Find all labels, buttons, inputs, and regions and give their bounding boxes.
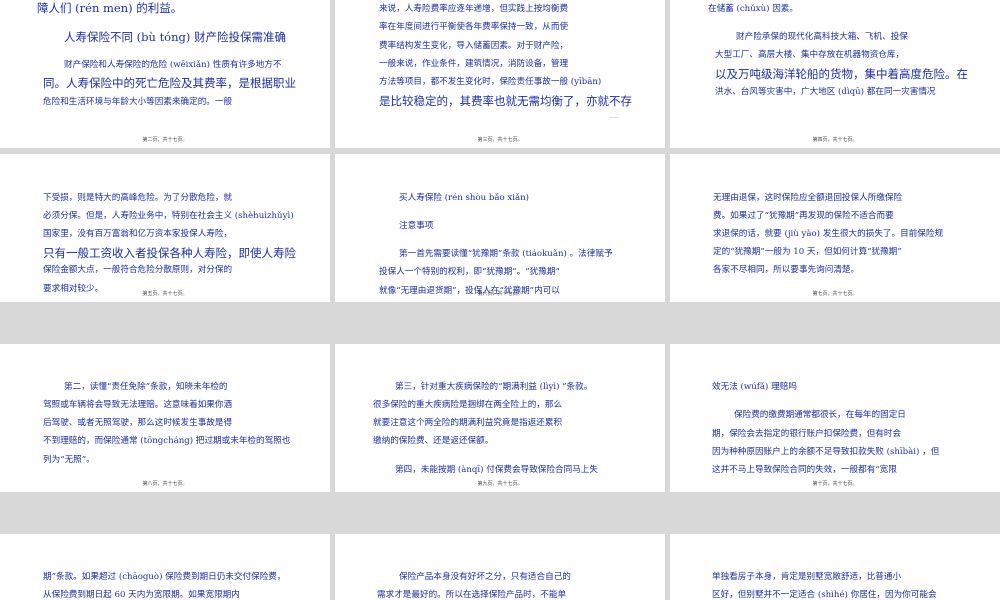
slide-text-line: 这并不马上导致保险合同的失效，一般都有“宽限 xyxy=(712,465,897,475)
slide-thumbnail-2[interactable]: 来说，人寿险费率应逐年递增，但实践上按均衡费 率在年度间进行平衡使各年费率保持一… xyxy=(335,0,665,148)
slide-text-line: 定的“犹豫期”一般为 10 天，但如何计算“犹豫期” xyxy=(713,247,902,257)
slide-thumbnail-3[interactable]: 在储蓄 (chǔxù) 因素。 财产险承保的现代化高科技大箱、飞机、投保 大型工… xyxy=(670,0,1000,148)
slide-text-line: 下受损，则是特大的高峰危险。为了分散危险，就 xyxy=(43,193,233,203)
slide-text-line: 各家不尽相同，所以要事先询问清楚。 xyxy=(713,265,860,275)
slide-thumbnail-9[interactable]: 效无法 (wúfǎ) 理赔吗 保险费的缴费期通常都很长，在每年的固定日 期，保险… xyxy=(670,344,1000,492)
slide-text-line: 投保人一个特别的权利，即“犹豫期”。“犹豫期” xyxy=(379,267,560,277)
slide-page-footer: 第九页，共十七页。 xyxy=(477,481,523,487)
slide-text-line: 第三，针对重大疾病保险的“期满利益 (lìyì) ”条款。 xyxy=(395,382,593,392)
slide-text-line: 无理由退保，这时保险应全额退回投保人所缴保险 xyxy=(713,193,903,203)
slide-thumbnail-8[interactable]: 第三，针对重大疾病保险的“期满利益 (lìyì) ”条款。 很多保险的重大疾病险… xyxy=(335,344,665,492)
slide-text-line: 一般来说，作业条件，建筑情况，消防设备，管理 xyxy=(379,59,569,69)
slide-page-footer: 第三页，共十七页。 xyxy=(477,137,523,143)
slide-text-line: 洪水、台风等灾害中，广大地区 (dìqū) 都在同一灾害情况 xyxy=(715,87,936,97)
slide-text-line: 在储蓄 (chǔxù) 因素。 xyxy=(708,4,798,14)
slide-text-line: 保险费的缴费期通常都很长，在每年的固定日 xyxy=(734,410,906,420)
slide-text-line: 因为种种原因账户上的余额不足导致扣款失败 (shībài) ，但 xyxy=(712,447,940,457)
slide-text-line: 很多保险的重大疾病险是捆绑在两全险上的，那么 xyxy=(373,400,563,410)
slide-text-line: 从保险费到期日起 60 天内为宽限期。如果宽限期内 xyxy=(43,590,240,600)
slide-text-line: 需求才是最好的。所以在选择保险产品时，不能单 xyxy=(377,590,567,600)
slide-page-footer: 第二页，共十七页。 xyxy=(142,137,188,143)
slide-text-line: 第一首先需要读懂“犹豫期”条款 (tiáokuǎn) 。法律赋予 xyxy=(399,249,613,259)
slide-text-line: 保险金额大点，一般符合危险分散原则，对分保的 xyxy=(43,265,233,275)
slide-text-line: 国家里，没有百万富翁和亿万资本家投保人寿险， xyxy=(43,229,233,239)
slide-text-line: 列为“无照”。 xyxy=(43,455,95,465)
slide-text-line: 财产保险和人寿保险的危险 (wēixiǎn) 性质有许多地方不 xyxy=(64,60,282,70)
slide-text-line: 方法等项目，都不发生变化时，保险责任事故一般 (yībān) xyxy=(379,77,602,87)
slide-text-line: 来说，人寿险费率应逐年递增，但实践上按均衡费 xyxy=(379,4,569,14)
slide-page-footer: 第七页，共十七页。 xyxy=(812,291,858,297)
slide-thumbnail-1[interactable]: 障人们 (rén men) 的利益。 人寿保险不同 (bù tóng) 财产险投… xyxy=(0,0,330,148)
slide-thumbnail-6[interactable]: 无理由退保，这时保险应全额退回投保人所缴保险 费。如果过了“犹豫期”再发现的保险… xyxy=(670,154,1000,302)
slide-text-line: 费。如果过了“犹豫期”再发现的保险不适合而要 xyxy=(713,211,894,221)
slide-thumbnail-10[interactable]: 期”条款。如果超过 (chāoguò) 保险费到期日仍未交付保险费， 从保险费到… xyxy=(0,534,330,600)
slide-thumbnail-11[interactable]: 保险产品本身没有好坏之分，只有适合自己的 需求才是最好的。所以在选择保险产品时，… xyxy=(335,534,665,600)
slide-text-line: 驾照或车辆将会导致无法理赔。这意味着如果你酒 xyxy=(43,400,233,410)
slide-text-line: 期”条款。如果超过 (chāoguò) 保险费到期日仍未交付保险费， xyxy=(43,572,286,582)
slide-text-line: 期，保险会去指定的银行账户扣保险费，但有时会 xyxy=(712,429,902,439)
slide-thumbnail-4[interactable]: 下受损，则是特大的高峰危险。为了分散危险，就 必须分保。但是，人寿险业务中，特别… xyxy=(0,154,330,302)
slide-text-line: 注意事项 xyxy=(399,221,434,231)
slide-text-line: 大型工厂、高层大楼、集中存放在机器物资仓库， xyxy=(715,50,905,60)
slide-text-line: 以及万吨级海洋轮船的货物，集中着高度危险。在 xyxy=(715,67,968,81)
slide-text-line: 不到理赔的，而保险通常 (tōngcháng) 把过期或未年检的驾照也 xyxy=(43,436,291,446)
slide-text-line: 是比较稳定的，其费率也就无需均衡了，亦就不存 xyxy=(379,94,632,108)
slide-text-line: 第四，未能按期 (ànqī) 付保费会导致保险合同马上失 xyxy=(395,465,598,475)
slide-text-line: 率在年度间进行平衡使各年费率保持一致，从而使 xyxy=(379,22,569,32)
slide-text-line: 第二，读懂“责任免除”条款，知晓未年检的 xyxy=(64,382,228,392)
slide-page-footer: 第十页，共十七页。 xyxy=(812,481,858,487)
slide-page-footer: 第六页，共十七页。 xyxy=(477,291,523,297)
slide-text-line: 必须分保。但是，人寿险业务中，特别在社会主义 (shèhuìzhǔyì) xyxy=(43,211,294,221)
slide-thumbnail-5[interactable]: 买人寿保险 (rén shòu bǎo xiǎn) 注意事项 第一首先需要读懂“… xyxy=(335,154,665,302)
slide-grid: 障人们 (rén men) 的利益。 人寿保险不同 (bù tóng) 财产险投… xyxy=(0,0,1000,600)
slide-thumbnail-7[interactable]: 第二，读懂“责任免除”条款，知晓未年检的 驾照或车辆将会导致无法理赔。这意味着如… xyxy=(0,344,330,492)
slide-text-line: 买人寿保险 (rén shòu bǎo xiǎn) xyxy=(399,193,530,203)
slide-text-line: 就要注意这个两全险的期满利益究竟是指返还累积 xyxy=(373,418,563,428)
slide-text-line: 保险产品本身没有好坏之分，只有适合自己的 xyxy=(399,572,571,582)
slide-text-line: 障人们 (rén men) 的利益。 xyxy=(37,1,183,15)
slide-page-footer: 第八页，共十七页。 xyxy=(142,481,188,487)
slide-text-line: 缴纳的保险费、还是返还保额。 xyxy=(373,436,494,446)
slide-text-line: 效无法 (wúfǎ) 理赔吗 xyxy=(712,382,797,392)
slide-text-line: 危险和生活环境与年龄大小等因素来确定的。一般 xyxy=(43,97,233,107)
slide-page-footer: 第五页，共十七页。 xyxy=(142,291,188,297)
slide-text-line: 后驾驶、或者无照驾驶，那么这时候发生事故是得 xyxy=(43,418,233,428)
slide-thumbnail-12[interactable]: 单独看房子本身，肯定是别墅宽敞舒适，比普通小 区好，但别墅并不一定适合 (shì… xyxy=(670,534,1000,600)
slide-text-line: 只有一般工资收入者投保各种人寿险，即使人寿险 xyxy=(43,246,296,260)
slide-text-line: 同。人寿保险中的死亡危险及其费率，是根据职业 xyxy=(43,76,296,90)
slide-text-line: 人寿保险不同 (bù tóng) 财产险投保需准确 xyxy=(64,30,287,44)
slide-page-footer: 第四页，共十七页。 xyxy=(812,137,858,143)
divider xyxy=(609,117,619,118)
slide-text-line: 费率结构发生变化，导入储蓄因素。对于财产险， xyxy=(379,41,569,51)
slide-text-line: 区好，但别墅并不一定适合 (shìhé) 你居住，因为你可能会 xyxy=(712,590,937,600)
slide-text-line: 单独看房子本身，肯定是别墅宽敞舒适，比普通小 xyxy=(712,572,902,582)
slide-text-line: 求退保的话，就要 (jiù yào) 发生很大的损失了。目前保险规 xyxy=(713,229,944,239)
slide-text-line: 财产险承保的现代化高科技大箱、飞机、投保 xyxy=(736,32,908,42)
